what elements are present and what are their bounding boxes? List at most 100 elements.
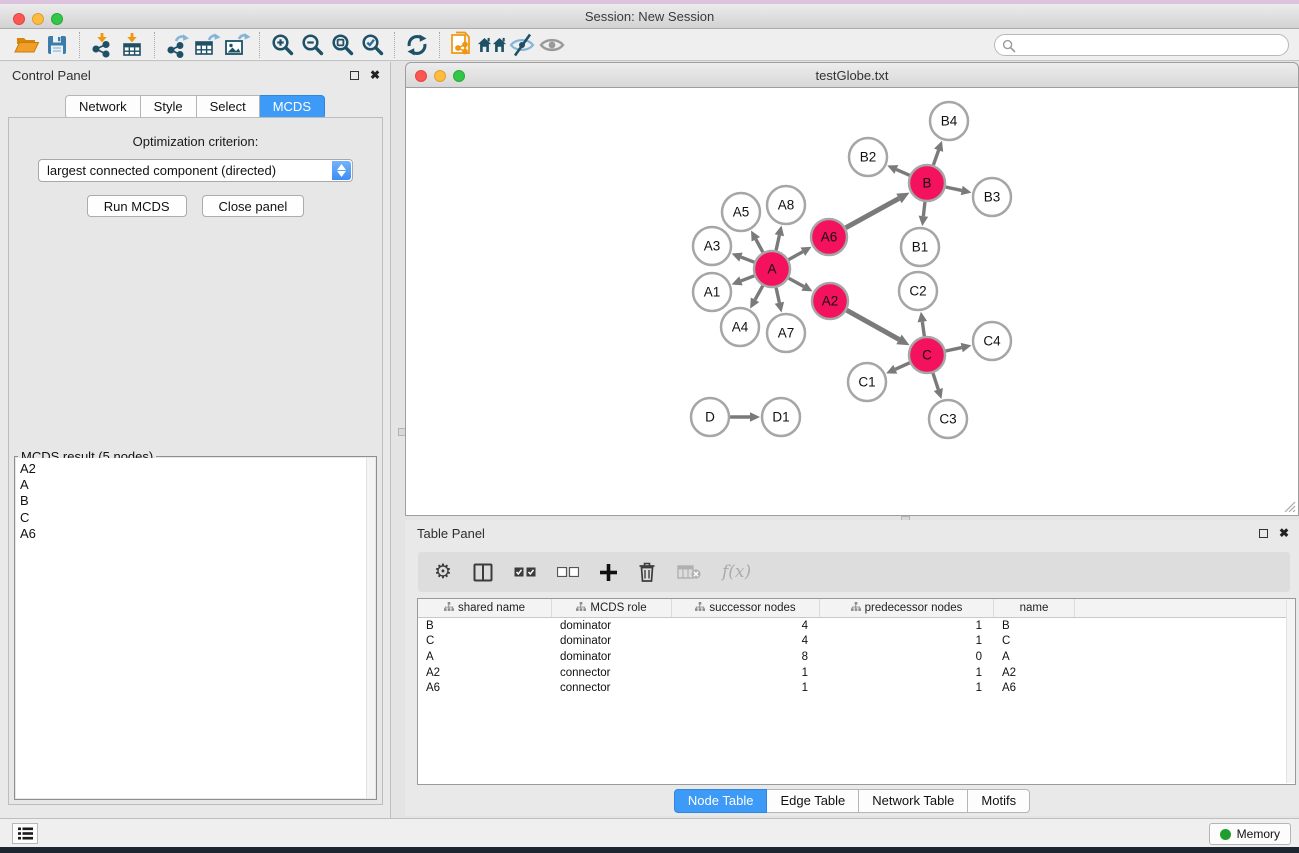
column-header-predecessor-nodes[interactable]: predecessor nodes <box>820 599 994 617</box>
edge-A6-B[interactable] <box>846 198 899 227</box>
add-column-icon[interactable] <box>600 564 617 581</box>
column-header-name[interactable]: name <box>994 599 1075 617</box>
cell: A2 <box>418 667 552 679</box>
zoom-out-icon[interactable] <box>297 31 327 59</box>
float-table-panel-icon[interactable] <box>1259 529 1268 538</box>
resize-grip-icon[interactable] <box>1283 500 1296 513</box>
open-folder-icon[interactable] <box>12 31 42 59</box>
tab-edge-table[interactable]: Edge Table <box>767 789 859 813</box>
memory-button[interactable]: Memory <box>1209 823 1291 845</box>
close-panel-button[interactable]: Close panel <box>202 195 305 217</box>
deselect-all-rows-icon[interactable] <box>557 567 579 577</box>
edge-B-B1[interactable] <box>923 202 925 216</box>
panel-layout-icon[interactable] <box>473 563 493 582</box>
edge-C-C1[interactable] <box>895 363 909 369</box>
close-panel-icon[interactable]: ✖ <box>370 69 380 81</box>
graph-node-label-B2: B2 <box>860 150 877 165</box>
hide-graphics-details-icon[interactable] <box>507 31 537 59</box>
float-panel-icon[interactable] <box>350 71 359 80</box>
column-header-MCDS-role[interactable]: MCDS role <box>552 599 672 617</box>
export-table-icon[interactable] <box>192 31 222 59</box>
zoom-fit-icon[interactable] <box>327 31 357 59</box>
edge-A2-C[interactable] <box>847 310 899 339</box>
edge-B-B3[interactable] <box>946 187 962 190</box>
edge-A-A4[interactable] <box>755 286 763 300</box>
table-row-c[interactable]: Cdominator41C <box>418 634 1295 650</box>
network-graph[interactable]: B4B2BB3A5A8A6B1A3AC2A1A2A4A7C4CC1C3DD1 <box>406 88 1298 515</box>
close-window-button[interactable] <box>13 13 25 25</box>
result-scrollbar[interactable] <box>366 458 375 798</box>
run-mcds-button[interactable]: Run MCDS <box>87 195 187 217</box>
result-item-a6[interactable]: A6 <box>20 526 375 542</box>
tab-node-table[interactable]: Node Table <box>674 789 768 813</box>
close-network-window-button[interactable] <box>415 70 427 82</box>
tab-select[interactable]: Select <box>197 95 260 119</box>
cell: dominator <box>552 635 672 647</box>
show-graphics-details-icon[interactable] <box>537 31 567 59</box>
cell: 4 <box>672 635 820 647</box>
node-table[interactable]: shared nameMCDS rolesuccessor nodesprede… <box>417 598 1296 785</box>
tab-mcds[interactable]: MCDS <box>260 95 325 119</box>
edge-A-A6[interactable] <box>789 252 803 260</box>
table-scrollbar[interactable] <box>1286 600 1295 783</box>
column-header-successor-nodes[interactable]: successor nodes <box>672 599 820 617</box>
graph-node-label-A1: A1 <box>704 285 721 300</box>
network-window-titlebar[interactable]: testGlobe.txt <box>405 62 1299 88</box>
edge-A-A2[interactable] <box>789 278 804 286</box>
network-from-file-icon[interactable] <box>447 31 477 59</box>
edge-C-C2[interactable] <box>922 322 924 336</box>
tab-motifs[interactable]: Motifs <box>968 789 1030 813</box>
minimize-network-window-button[interactable] <box>434 70 446 82</box>
delete-column-trash-icon[interactable] <box>638 562 656 582</box>
edge-A-A8[interactable] <box>776 235 779 250</box>
result-item-a[interactable]: A <box>20 477 375 493</box>
cell: connector <box>552 667 672 679</box>
search-icon <box>1002 39 1016 53</box>
maximize-window-button[interactable] <box>51 13 63 25</box>
edge-C-C3[interactable] <box>933 373 938 389</box>
table-row-a[interactable]: Adominator80A <box>418 649 1295 665</box>
close-table-panel-icon[interactable]: ✖ <box>1279 527 1289 539</box>
maximize-network-window-button[interactable] <box>453 70 465 82</box>
column-header-shared-name[interactable]: shared name <box>418 599 552 617</box>
edge-A-A3[interactable] <box>741 257 754 262</box>
refresh-icon[interactable] <box>402 31 432 59</box>
export-network-icon[interactable] <box>162 31 192 59</box>
result-item-a2[interactable]: A2 <box>20 461 375 477</box>
table-row-b[interactable]: Bdominator41B <box>418 618 1295 634</box>
edge-B-B4[interactable] <box>933 150 938 165</box>
edge-C-C4[interactable] <box>946 348 962 351</box>
import-network-icon[interactable] <box>87 31 117 59</box>
search-input[interactable] <box>994 34 1289 56</box>
zoom-selected-icon[interactable] <box>357 31 387 59</box>
tab-network[interactable]: Network <box>65 95 141 119</box>
table-row-a6[interactable]: A6connector11A6 <box>418 680 1295 696</box>
edge-A-A5[interactable] <box>756 239 763 252</box>
network-window-title: testGlobe.txt <box>816 68 889 83</box>
zoom-in-icon[interactable] <box>267 31 297 59</box>
export-image-icon[interactable] <box>222 31 252 59</box>
cell: 8 <box>672 651 820 663</box>
table-panel: Table Panel ✖ ⚙ <box>405 520 1299 816</box>
table-header-row: shared nameMCDS rolesuccessor nodesprede… <box>418 599 1295 618</box>
column-type-icon <box>695 602 705 614</box>
tab-network-table[interactable]: Network Table <box>859 789 968 813</box>
graph-node-label-D: D <box>705 410 715 425</box>
edge-B-B2[interactable] <box>896 170 909 176</box>
select-all-rows-icon[interactable] <box>514 567 536 577</box>
save-icon[interactable] <box>42 31 72 59</box>
edge-A-A7[interactable] <box>776 288 779 303</box>
import-table-icon[interactable] <box>117 31 147 59</box>
minimize-window-button[interactable] <box>32 13 44 25</box>
table-row-a2[interactable]: A2connector11A2 <box>418 665 1295 681</box>
result-item-b[interactable]: B <box>20 493 375 509</box>
edge-A-A1[interactable] <box>741 276 754 281</box>
neighbors-icon[interactable] <box>477 31 507 59</box>
criterion-dropdown[interactable]: largest connected component (directed) <box>38 159 353 182</box>
network-canvas[interactable]: B4B2BB3A5A8A6B1A3AC2A1A2A4A7C4CC1C3DD1 <box>405 88 1299 516</box>
column-settings-gear-icon[interactable]: ⚙ <box>434 562 452 582</box>
tab-style[interactable]: Style <box>141 95 197 119</box>
task-history-button[interactable] <box>12 823 38 844</box>
mcds-tab-content: Optimization criterion: largest connecte… <box>8 117 383 805</box>
result-item-c[interactable]: C <box>20 510 375 526</box>
